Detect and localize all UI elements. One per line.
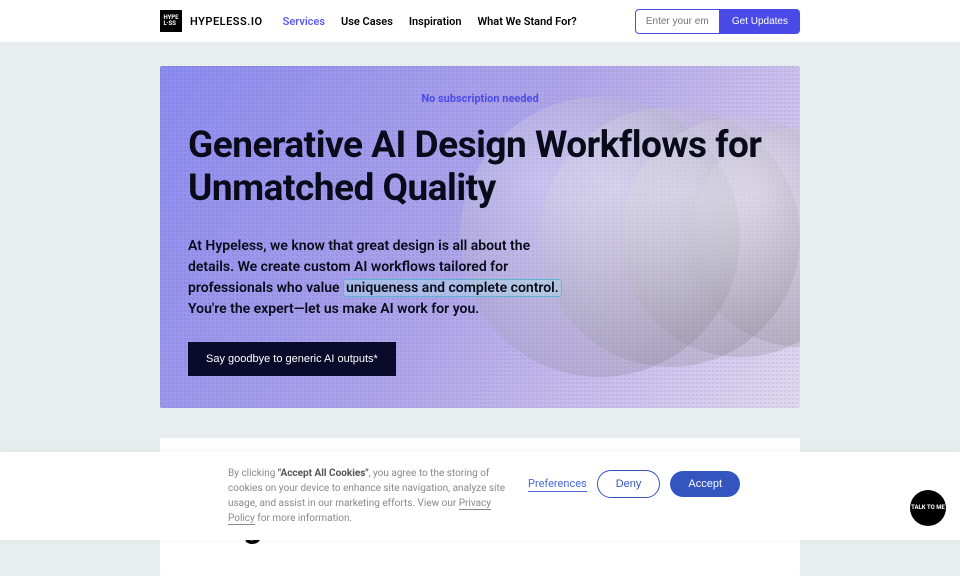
hero-desc-2: You're the expert—let us make AI work fo…: [188, 301, 479, 317]
hero-cta-button[interactable]: Say goodbye to generic AI outputs*: [188, 342, 396, 376]
accept-button[interactable]: Accept: [670, 471, 740, 497]
hero-title: Generative AI Design Workflows for Unmat…: [188, 125, 763, 210]
nav: Services Use Cases Inspiration What We S…: [283, 15, 577, 28]
nav-inspiration[interactable]: Inspiration: [409, 15, 462, 28]
talk-to-me-button[interactable]: TALK TO ME: [910, 490, 946, 526]
nav-services[interactable]: Services: [283, 15, 325, 28]
hero-section: No subscription needed Generative AI Des…: [160, 66, 800, 408]
no-subscription-label: No subscription needed: [188, 92, 772, 105]
nav-use-cases[interactable]: Use Cases: [341, 15, 393, 28]
header-right: Get Updates: [635, 9, 800, 34]
cookie-buttons: Preferences Deny Accept: [528, 470, 740, 498]
nav-stand-for[interactable]: What We Stand For?: [478, 15, 577, 28]
logo[interactable]: HYPEL·SS HYPELESS.IO: [160, 10, 263, 32]
logo-icon: HYPEL·SS: [160, 10, 182, 32]
header: HYPEL·SS HYPELESS.IO Services Use Cases …: [0, 0, 960, 42]
get-updates-button[interactable]: Get Updates: [720, 9, 800, 34]
logo-text: HYPELESS.IO: [190, 15, 263, 28]
preferences-button[interactable]: Preferences: [528, 477, 587, 492]
header-left: HYPEL·SS HYPELESS.IO Services Use Cases …: [160, 10, 577, 32]
deny-button[interactable]: Deny: [597, 470, 661, 498]
cookie-text: By clicking "Accept All Cookies", you ag…: [228, 466, 508, 526]
hero-highlight: uniqueness and complete control.: [343, 279, 562, 297]
hero-description: At Hypeless, we know that great design i…: [188, 236, 563, 320]
cookie-banner: By clicking "Accept All Cookies", you ag…: [0, 452, 960, 540]
email-input[interactable]: [635, 9, 720, 34]
